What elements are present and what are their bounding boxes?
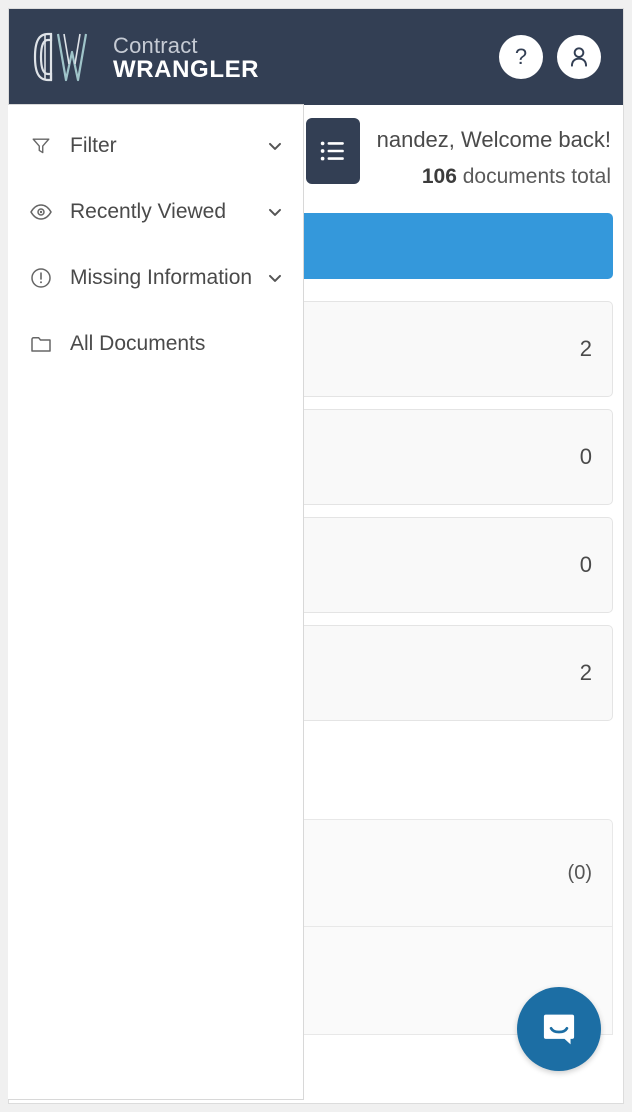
question-mark-icon: ? xyxy=(514,44,528,69)
user-avatar-icon xyxy=(570,47,588,67)
cw-monogram-icon xyxy=(33,32,88,82)
list-view-toggle-button[interactable] xyxy=(306,118,360,184)
brand-text: Contract WRANGLER xyxy=(113,32,259,82)
folder-icon xyxy=(28,331,54,357)
exclamation-circle-icon xyxy=(28,265,54,291)
drawer-item-label: All Documents xyxy=(70,332,206,355)
navigation-drawer: Filter Recently Viewed Missing Informati… xyxy=(8,104,304,1100)
drawer-item-label: Filter xyxy=(70,134,117,157)
list-view-icon xyxy=(320,141,344,161)
account-button[interactable] xyxy=(557,35,601,79)
chat-launcher-button[interactable] xyxy=(517,987,601,1071)
filter-funnel-icon xyxy=(28,133,54,159)
chevron-down-icon[interactable] xyxy=(265,136,285,156)
chat-bubble-icon xyxy=(543,1014,575,1045)
stat-value: 0 xyxy=(579,444,592,469)
stat-value: 2 xyxy=(579,336,592,361)
drawer-item-label: Missing Information xyxy=(70,266,253,289)
stat-value: 0 xyxy=(579,552,592,577)
drawer-item-filter[interactable]: Filter xyxy=(8,113,303,179)
eye-icon xyxy=(28,199,54,225)
drawer-item-label: Recently Viewed xyxy=(70,200,227,223)
brand-line-wrangler: WRANGLER xyxy=(113,55,260,83)
topbar-actions: ? xyxy=(499,35,601,79)
documents-count: 106 xyxy=(421,165,457,188)
list-item-count: (0) xyxy=(567,861,592,884)
chevron-down-icon[interactable] xyxy=(265,268,285,288)
drawer-item-all-documents[interactable]: All Documents xyxy=(8,311,303,377)
top-bar: Contract WRANGLER ? xyxy=(9,9,623,105)
stat-value: 2 xyxy=(579,660,592,685)
drawer-item-missing-information[interactable]: Missing Information xyxy=(8,245,303,311)
app-root: Contract WRANGLER ? nandez, Welcome back… xyxy=(0,0,632,1112)
documents-total-suffix: documents total xyxy=(456,165,611,188)
help-button[interactable]: ? xyxy=(499,35,543,79)
drawer-item-recently-viewed[interactable]: Recently Viewed xyxy=(8,179,303,245)
brand-line-contract: Contract xyxy=(113,32,198,58)
brand-logo[interactable]: Contract WRANGLER xyxy=(31,30,259,84)
chevron-down-icon[interactable] xyxy=(265,202,285,222)
